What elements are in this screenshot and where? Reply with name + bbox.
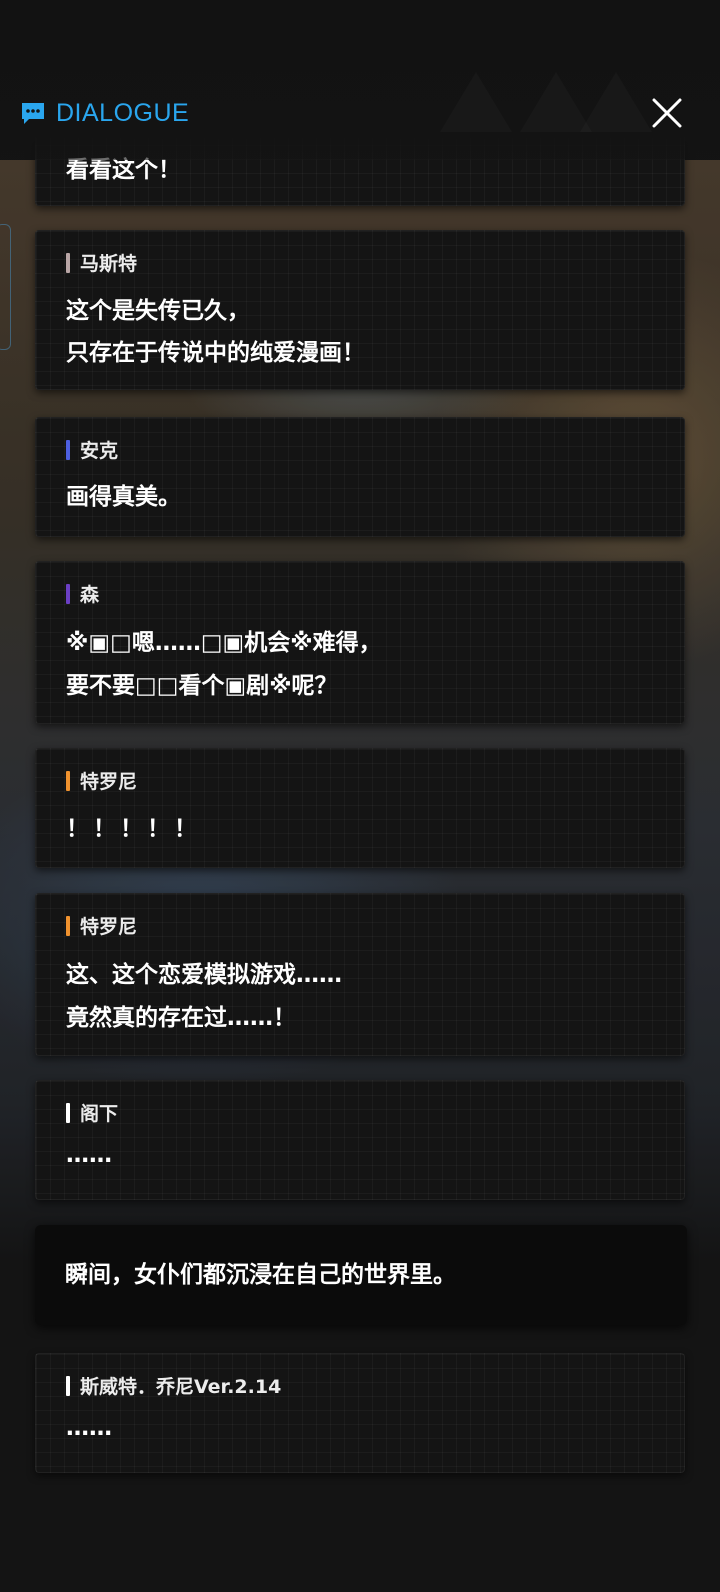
decor-triangle (440, 72, 512, 132)
dialogue-line: 看看这个！ (66, 157, 181, 183)
speaker-color-bar (66, 439, 70, 460)
chat-bubble-icon (22, 103, 44, 124)
dialogue-card: 森 ※▣□嗯……□▣机会※难得， 要不要□□看个▣剧※呢？ (35, 561, 685, 724)
narration-line: 瞬间，女仆们都沉浸在自己的世界里。 (65, 1262, 456, 1288)
close-button[interactable] (650, 96, 684, 130)
speaker-color-bar (66, 583, 70, 604)
speaker-name: 安克 (80, 440, 119, 462)
speaker-name: 马斯特 (80, 253, 138, 275)
speaker-name: 森 (80, 584, 100, 606)
speaker-name: 阁下 (80, 1103, 119, 1125)
dialogue-line: …… (66, 1415, 112, 1441)
dialogue-line: 只存在于传说中的纯爱漫画！ (66, 340, 365, 366)
speaker-color-bar (66, 1102, 70, 1123)
speaker-row: 阁下 (66, 1099, 118, 1126)
dialogue-card: 特罗尼 ！！！！！ (35, 748, 685, 868)
dialogue-line: ！！！！！ (66, 816, 201, 842)
close-icon (652, 98, 682, 128)
dialogue-card: 阁下 …… (35, 1080, 685, 1200)
speaker-row: 斯威特．乔尼Ver.2.14 (66, 1372, 281, 1399)
title-text: DIALOGUE (56, 98, 190, 127)
dialogue-card: 马斯特 这个是失传已久， 只存在于传说中的纯爱漫画！ (35, 230, 685, 390)
speaker-color-bar (66, 1375, 70, 1396)
speaker-row: 特罗尼 (66, 767, 137, 794)
dialogue-line: 这、这个恋爱模拟游戏…… (66, 962, 342, 988)
dialogue-card: 安克 画得真美。 (35, 417, 685, 537)
speaker-name: 特罗尼 (80, 916, 138, 938)
dialogue-line: 竟然真的存在过……！ (66, 1005, 296, 1031)
dialogue-line: …… (66, 1142, 112, 1168)
header-bar (0, 0, 720, 160)
speaker-row: 马斯特 (66, 249, 137, 276)
speaker-name: 特罗尼 (80, 771, 138, 793)
dialogue-title: DIALOGUE (20, 96, 189, 130)
speaker-row: 特罗尼 (66, 912, 137, 939)
speaker-row: 森 (66, 580, 99, 607)
dialogue-card: 特罗尼 这、这个恋爱模拟游戏…… 竟然真的存在过……！ (35, 893, 685, 1056)
dialogue-line: 画得真美。 (66, 484, 181, 510)
speaker-color-bar (66, 770, 70, 791)
decor-triangle (580, 72, 652, 132)
dialogue-line: ※▣□嗯……□▣机会※难得， (66, 630, 382, 656)
dialogue-line: 这个是失传已久， (66, 298, 250, 324)
speaker-name: 斯威特．乔尼Ver.2.14 (80, 1376, 282, 1398)
dialogue-card: 斯威特．乔尼Ver.2.14 …… (35, 1353, 685, 1473)
narration-card: 瞬间，女仆们都沉浸在自己的世界里。 (35, 1225, 687, 1325)
dialogue-line: 要不要□□看个▣剧※呢？ (66, 673, 338, 699)
speaker-row: 安克 (66, 436, 118, 463)
speaker-color-bar (66, 915, 70, 936)
side-scroll-handle[interactable] (0, 224, 11, 350)
speaker-color-bar (66, 252, 70, 273)
